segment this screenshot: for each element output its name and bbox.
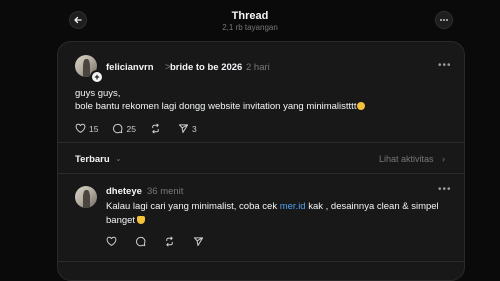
post-text: guys guys, bole bantu rekomen lagi dongg… [75, 88, 366, 114]
thread-card: + felicianvrn > bride to be 2026 2 hari … [57, 41, 465, 281]
divider [58, 142, 464, 143]
reply-text-line-2: banget [106, 215, 136, 226]
repost-icon [166, 236, 173, 247]
share-count: 3 [191, 123, 197, 134]
divider [58, 261, 464, 262]
reply-comment-button[interactable] [135, 236, 149, 247]
reply-text-part-2: kak , desainnya clean & simpel [305, 201, 439, 212]
repost-button[interactable] [150, 123, 164, 134]
community-name[interactable]: bride to be 2026 [170, 62, 242, 74]
post-text-body: bole bantu rekomen lagi dongg website in… [75, 100, 357, 112]
like-button[interactable]: 15 [75, 123, 98, 134]
send-icon [193, 237, 204, 246]
reply-repost-button[interactable] [164, 236, 178, 247]
reply-text-part: Kalau lagi cari yang minimalist, coba ce… [106, 201, 280, 212]
page-title: Thread [231, 10, 269, 22]
reply-more-icon[interactable]: ••• [438, 184, 452, 195]
like-count: 15 [89, 123, 99, 134]
pleading-emoji-icon [357, 101, 366, 110]
post-text-line: guys guys, [75, 88, 121, 99]
sort-dropdown[interactable]: Terbaru [75, 154, 110, 165]
repost-icon [152, 123, 159, 134]
post-text-line-2: bole bantu rekomen lagi dongg website in… [75, 100, 366, 114]
share-button[interactable]: 3 [178, 123, 197, 134]
reply-username[interactable]: dheteye [106, 186, 142, 197]
post-actions: 15 25 3 [75, 123, 211, 134]
comment-icon [113, 123, 123, 134]
reply-link[interactable]: mer.id [280, 201, 306, 212]
post-username[interactable]: felicianvrn [106, 62, 154, 74]
divider [58, 173, 464, 174]
comment-button[interactable]: 25 [112, 123, 136, 134]
post-time: 2 hari [246, 62, 270, 73]
chevron-right-icon[interactable]: › [442, 154, 445, 164]
folded-hands-emoji-icon [137, 216, 146, 224]
reply-time: 36 menit [147, 186, 184, 197]
post-more-icon[interactable]: ••• [438, 60, 452, 71]
send-icon [178, 124, 189, 133]
reply-share-button[interactable] [193, 236, 207, 247]
reply-avatar[interactable] [75, 186, 97, 208]
view-activity-link[interactable]: Lihat aktivitas [379, 154, 434, 164]
top-bar: Thread 2,1 rb tayangan [0, 0, 500, 40]
follow-plus-icon[interactable]: + [90, 70, 104, 84]
view-count: 2,1 rb tayangan [222, 23, 278, 32]
more-horizontal-icon [440, 19, 448, 21]
chevron-down-icon[interactable]: ⌄ [115, 154, 122, 163]
more-options-button[interactable] [435, 11, 453, 29]
heart-icon [106, 236, 117, 246]
reply-like-button[interactable] [106, 236, 120, 247]
comment-icon [136, 236, 146, 247]
reply-actions [106, 236, 222, 247]
heart-icon [75, 123, 86, 133]
comment-count: 25 [126, 123, 136, 134]
reply-text: Kalau lagi cari yang minimalist, coba ce… [106, 200, 446, 228]
